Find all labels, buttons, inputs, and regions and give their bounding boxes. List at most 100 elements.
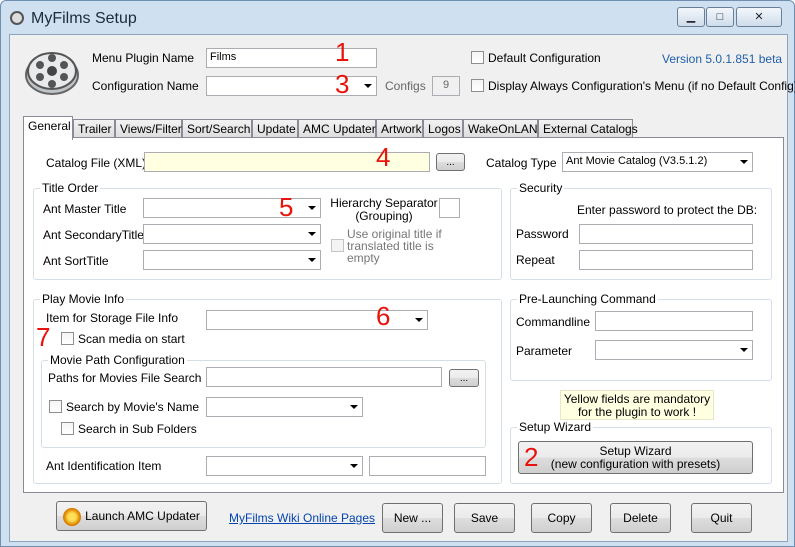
search-by-name-checkbox[interactable]	[49, 400, 62, 413]
default-configuration-checkbox[interactable]	[471, 51, 484, 64]
security-title: Security	[517, 181, 565, 195]
paths-browse-button[interactable]: ...	[449, 369, 479, 387]
annotation-1: 1	[335, 37, 350, 67]
default-configuration-label: Default Configuration	[488, 51, 601, 65]
ant-master-title-label: Ant Master Title	[43, 202, 127, 216]
new-button[interactable]: New ...	[382, 503, 443, 533]
chevron-down-icon	[415, 318, 423, 322]
tab-amc-updater[interactable]: AMC Updater	[298, 119, 376, 139]
password-input[interactable]	[579, 224, 753, 244]
tab-wakeonlan[interactable]: WakeOnLAN	[463, 119, 538, 139]
launch-amc-updater-label: Launch AMC Updater	[85, 509, 200, 523]
paths-for-movies-input[interactable]	[206, 367, 442, 387]
menu-plugin-name-input[interactable]: Films	[206, 48, 377, 68]
wiki-link[interactable]: MyFilms Wiki Online Pages	[229, 511, 375, 525]
scan-media-label: Scan media on start	[78, 332, 185, 346]
amc-updater-icon	[63, 508, 81, 526]
security-hint: Enter password to protect the DB:	[577, 203, 758, 217]
search-by-name-label: Search by Movie's Name	[66, 400, 200, 414]
copy-button[interactable]: Copy	[531, 503, 592, 533]
password-label: Password	[516, 227, 569, 241]
catalog-browse-button[interactable]: ...	[436, 153, 465, 171]
ant-secondary-title-label: Ant SecondaryTitle	[43, 228, 144, 242]
tab-sort-search[interactable]: Sort/Search	[182, 119, 252, 139]
configuration-name-label: Configuration Name	[92, 79, 199, 93]
delete-button[interactable]: Delete	[610, 503, 671, 533]
annotation-7: 7	[36, 322, 51, 352]
annotation-6: 6	[376, 301, 391, 331]
setup-wizard-title: Setup Wizard	[517, 420, 594, 434]
ant-identification-label: Ant Identification Item	[46, 459, 162, 473]
search-sub-folders-checkbox[interactable]	[61, 422, 74, 435]
close-button[interactable]: ✕	[736, 7, 782, 27]
ant-identification-dropdown[interactable]	[206, 456, 363, 476]
launch-amc-updater-button[interactable]: Launch AMC Updater	[56, 501, 207, 531]
catalog-file-label: Catalog File (XML)	[46, 156, 147, 170]
pre-launching-title: Pre-Launching Command	[517, 292, 658, 306]
parameter-label: Parameter	[516, 344, 573, 358]
annotation-5: 5	[279, 192, 294, 222]
hierarchy-separator-input[interactable]	[439, 198, 460, 218]
annotation-3: 3	[335, 69, 350, 99]
quit-button[interactable]: Quit	[691, 503, 752, 533]
ant-sort-title-dropdown[interactable]	[143, 250, 321, 270]
chevron-down-icon	[308, 258, 316, 262]
movie-path-configuration-title: Movie Path Configuration	[48, 353, 187, 367]
film-reel-icon	[10, 11, 24, 25]
setup-wizard-button[interactable]: Setup Wizard (new configuration with pre…	[518, 441, 753, 474]
chevron-down-icon	[350, 405, 358, 409]
catalog-type-dropdown[interactable]: Ant Movie Catalog (V3.5.1.2)	[562, 152, 753, 172]
display-always-checkbox[interactable]	[471, 79, 484, 92]
chevron-down-icon	[308, 232, 316, 236]
window-title: MyFilms Setup	[31, 10, 137, 27]
tab-views-filter[interactable]: Views/Filter	[115, 119, 182, 139]
repeat-label: Repeat	[516, 253, 555, 267]
hierarchy-separator-label: Hierarchy Separator (Grouping)	[330, 196, 438, 223]
item-for-storage-label: Item for Storage File Info	[46, 311, 179, 325]
display-always-label: Display Always Configuration's Menu (if …	[488, 79, 795, 93]
tab-update[interactable]: Update	[252, 119, 298, 139]
tab-artwork[interactable]: Artwork	[376, 119, 423, 139]
tab-external-catalogs[interactable]: External Catalogs	[538, 119, 638, 139]
ant-sort-title-label: Ant SortTitle	[43, 254, 109, 268]
tab-trailer[interactable]: Trailer	[73, 119, 115, 139]
search-by-name-dropdown[interactable]	[206, 397, 363, 417]
tab-logos[interactable]: Logos	[423, 119, 463, 139]
chevron-down-icon	[740, 348, 748, 352]
minimize-button[interactable]: ▁	[677, 7, 705, 27]
commandline-label: Commandline	[516, 315, 591, 329]
use-original-title-label: Use original title if translated title i…	[347, 227, 442, 265]
general-tab-panel: Catalog File (XML) 4 ... Catalog Type An…	[23, 137, 784, 493]
film-reel-logo-icon	[25, 52, 79, 95]
scan-media-checkbox[interactable]	[61, 332, 74, 345]
chevron-down-icon	[308, 206, 316, 210]
client-area: Menu Plugin Name Films 1 Configuration N…	[9, 34, 795, 542]
annotation-2: 2	[524, 442, 539, 472]
annotation-4: 4	[376, 142, 391, 172]
ant-identification-value-input[interactable]	[369, 456, 486, 476]
parameter-dropdown[interactable]	[595, 340, 753, 360]
catalog-type-label: Catalog Type	[486, 156, 557, 170]
use-original-title-checkbox[interactable]	[331, 239, 344, 252]
chevron-down-icon	[740, 160, 748, 164]
version-label: Version 5.0.1.851 beta	[662, 52, 783, 66]
title-order-title: Title Order	[40, 181, 101, 195]
save-button[interactable]: Save	[454, 503, 515, 533]
ant-secondary-title-dropdown[interactable]	[143, 224, 321, 244]
main-window: MyFilms Setup ▁ □ ✕ Menu Plugin Name Fil…	[0, 0, 795, 547]
configs-count: 9	[432, 76, 460, 96]
ant-master-title-dropdown[interactable]	[143, 198, 321, 218]
play-movie-info-title: Play Movie Info	[40, 292, 127, 306]
commandline-input[interactable]	[595, 311, 753, 331]
title-bar[interactable]: MyFilms Setup ▁ □ ✕	[1, 1, 795, 34]
tab-general[interactable]: General	[23, 116, 73, 140]
paths-for-movies-label: Paths for Movies File Search	[48, 371, 202, 385]
mandatory-fields-note: Yellow fields are mandatory for the plug…	[560, 390, 714, 420]
repeat-password-input[interactable]	[579, 250, 753, 270]
menu-plugin-name-label: Menu Plugin Name	[92, 51, 195, 65]
maximize-button[interactable]: □	[706, 7, 734, 27]
item-for-storage-dropdown[interactable]	[206, 310, 428, 330]
chevron-down-icon	[350, 464, 358, 468]
configuration-name-dropdown[interactable]	[206, 76, 377, 96]
configs-label: Configs	[385, 79, 426, 93]
